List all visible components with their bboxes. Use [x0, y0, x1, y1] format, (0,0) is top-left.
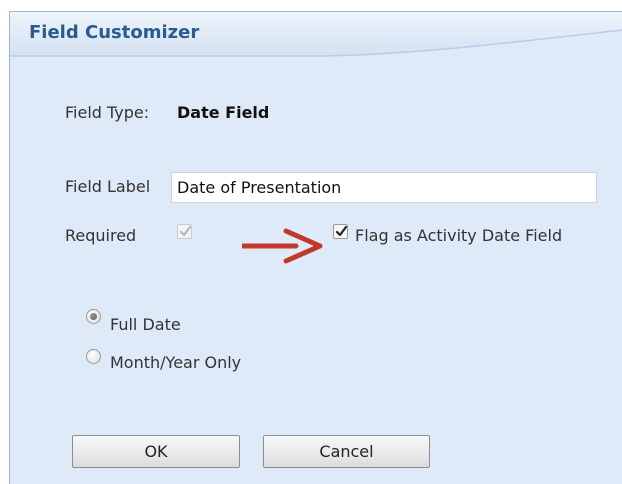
- month-year-radio[interactable]: [86, 349, 101, 364]
- field-label-label: Field Label: [65, 177, 151, 196]
- red-arrow-icon: [242, 228, 323, 264]
- dialog-title: Field Customizer: [29, 22, 200, 43]
- field-type-value: Date Field: [177, 103, 270, 122]
- cancel-button[interactable]: Cancel: [263, 435, 430, 468]
- field-type-label: Field Type:: [65, 103, 150, 122]
- full-date-radio[interactable]: [86, 309, 101, 324]
- full-date-label: Full Date: [110, 315, 181, 334]
- ok-button[interactable]: OK: [72, 435, 240, 468]
- checkmark-icon: [179, 225, 192, 237]
- required-label: Required: [65, 226, 137, 245]
- activity-date-checkbox[interactable]: [333, 224, 348, 239]
- checkmark-icon: [335, 225, 348, 237]
- radio-selected-dot: [90, 313, 97, 320]
- month-year-label: Month/Year Only: [110, 353, 242, 372]
- dialog-header: Field Customizer: [10, 12, 622, 58]
- field-customizer-dialog: Field Customizer Field Type: Date Field …: [9, 11, 622, 484]
- required-checkbox[interactable]: [177, 224, 192, 239]
- field-label-input[interactable]: [171, 172, 597, 203]
- activity-date-label: Flag as Activity Date Field: [355, 226, 563, 245]
